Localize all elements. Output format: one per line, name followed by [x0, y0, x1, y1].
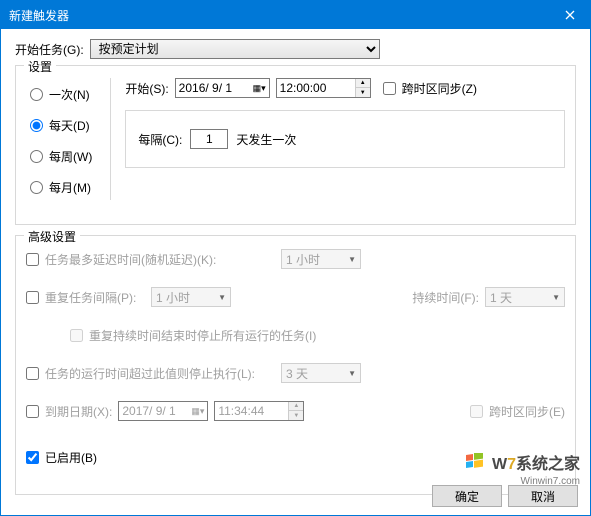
begin-task-label: 开始任务(G):	[15, 41, 84, 58]
radio-daily[interactable]: 每天(D)	[30, 117, 92, 134]
delay-label: 任务最多延迟时间(随机延迟)(K):	[45, 251, 275, 268]
delay-checkbox[interactable]	[26, 253, 39, 266]
start-row: 开始(S): 2016/ 9/ 1 ▦▾ 12:00:00 ▲▼ 跨时区同步(Z…	[125, 78, 565, 98]
sync-timezone-checkbox[interactable]: 跨时区同步(Z)	[383, 80, 477, 97]
window-title: 新建触发器	[9, 7, 582, 24]
dialog-footer: 确定 取消	[432, 485, 578, 507]
cancel-button[interactable]: 取消	[508, 485, 578, 507]
settings-legend: 设置	[24, 58, 56, 75]
recurrence-radios: 一次(N) 每天(D) 每周(W) 每月(M)	[26, 78, 96, 200]
stop-if-label: 任务的运行时间超过此值则停止执行(L):	[45, 365, 275, 382]
radio-once[interactable]: 一次(N)	[30, 86, 92, 103]
stop-if-combo[interactable]: 3 天▼	[281, 363, 361, 383]
enabled-label: 已启用(B)	[45, 449, 97, 466]
dialog-window: 新建触发器 开始任务(G): 按预定计划 设置 一次(N) 每天(D) 每周(W…	[0, 0, 591, 516]
expire-date-picker[interactable]: 2017/ 9/ 1 ▦▾	[118, 401, 208, 421]
chevron-down-icon: ▼	[348, 255, 356, 264]
repeat-row: 重复任务间隔(P): 1 小时▼ 持续时间(F): 1 天▼	[26, 286, 565, 308]
recur-suffix: 天发生一次	[236, 131, 296, 148]
windows-logo-icon	[466, 453, 484, 476]
stop-if-checkbox[interactable]	[26, 367, 39, 380]
stop-after-repeat-row: 重复持续时间结束时停止所有运行的任务(I)	[26, 324, 565, 346]
duration-label: 持续时间(F):	[412, 289, 479, 306]
watermark: W7系统之家 Winwin7.com	[466, 450, 580, 487]
recur-box: 每隔(C): 天发生一次	[125, 110, 565, 168]
radio-monthly[interactable]: 每月(M)	[30, 179, 92, 196]
chevron-down-icon: ▼	[552, 293, 560, 302]
calendar-icon: ▦▾	[191, 406, 204, 417]
repeat-label: 重复任务间隔(P):	[45, 289, 145, 306]
ok-button[interactable]: 确定	[432, 485, 502, 507]
recur-input[interactable]	[190, 129, 228, 149]
start-label: 开始(S):	[125, 80, 168, 97]
chevron-down-icon: ▼	[218, 293, 226, 302]
close-button[interactable]	[550, 1, 590, 29]
repeat-combo[interactable]: 1 小时▼	[151, 287, 231, 307]
stop-after-repeat-label: 重复持续时间结束时停止所有运行的任务(I)	[89, 327, 316, 344]
delay-row: 任务最多延迟时间(随机延迟)(K): 1 小时▼	[26, 248, 565, 270]
duration-combo[interactable]: 1 天▼	[485, 287, 565, 307]
stop-if-row: 任务的运行时间超过此值则停止执行(L): 3 天▼	[26, 362, 565, 384]
expire-time-picker[interactable]: 11:34:44 ▲▼	[214, 401, 304, 421]
expire-checkbox[interactable]	[26, 405, 39, 418]
enabled-checkbox[interactable]	[26, 451, 39, 464]
radio-weekly[interactable]: 每周(W)	[30, 148, 92, 165]
titlebar: 新建触发器	[1, 1, 590, 29]
chevron-down-icon: ▼	[348, 369, 356, 378]
close-icon	[565, 10, 575, 20]
expire-row: 到期日期(X): 2017/ 9/ 1 ▦▾ 11:34:44 ▲▼ 跨时区同步…	[26, 400, 565, 422]
begin-task-select[interactable]: 按预定计划	[90, 39, 380, 59]
time-spinner[interactable]: ▲▼	[355, 79, 370, 97]
expire-sync-checkbox: 跨时区同步(E)	[470, 400, 565, 422]
delay-combo[interactable]: 1 小时▼	[281, 249, 361, 269]
start-date-picker[interactable]: 2016/ 9/ 1 ▦▾	[175, 78, 270, 98]
settings-fieldset: 设置 一次(N) 每天(D) 每周(W) 每月(M) 开始(S): 2016/ …	[15, 65, 576, 225]
calendar-icon: ▦▾	[253, 83, 266, 94]
stop-after-repeat-checkbox	[70, 329, 83, 342]
repeat-checkbox[interactable]	[26, 291, 39, 304]
expire-label: 到期日期(X):	[45, 403, 112, 420]
time-spinner[interactable]: ▲▼	[288, 402, 303, 420]
start-time-picker[interactable]: 12:00:00 ▲▼	[276, 78, 371, 98]
recur-label: 每隔(C):	[138, 131, 182, 148]
content-area: 开始任务(G): 按预定计划 设置 一次(N) 每天(D) 每周(W) 每月(M…	[1, 29, 590, 515]
begin-task-row: 开始任务(G): 按预定计划	[15, 39, 576, 59]
advanced-legend: 高级设置	[24, 228, 80, 245]
